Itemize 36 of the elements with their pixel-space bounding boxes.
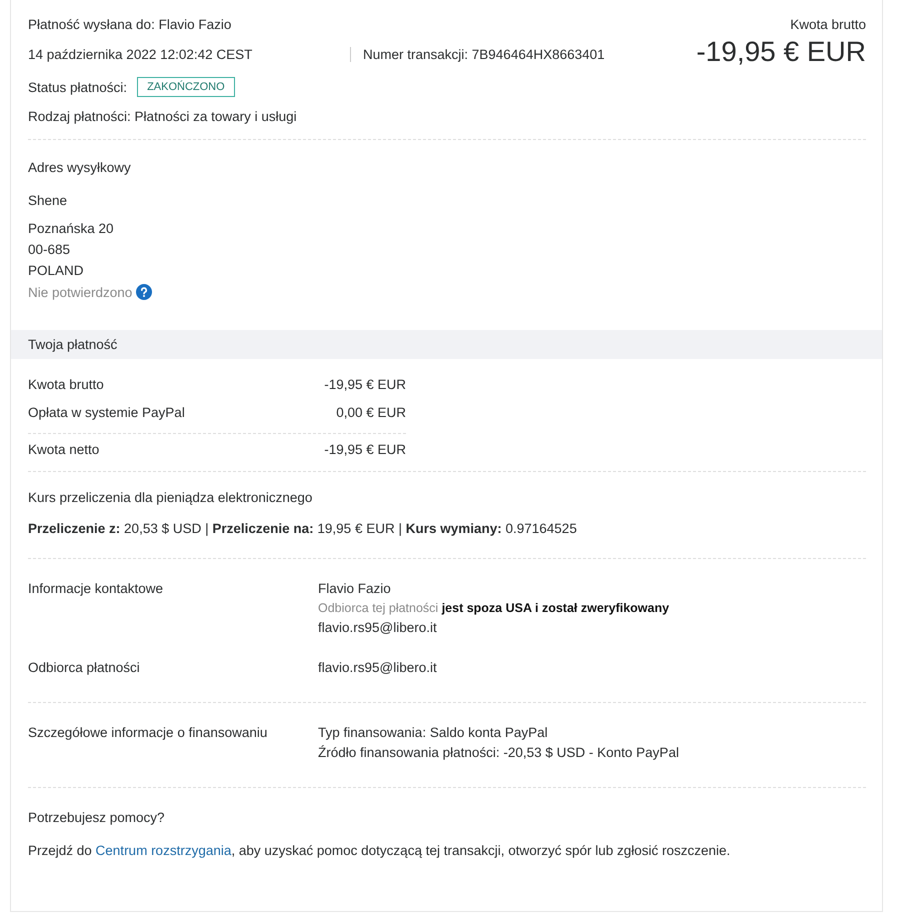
amount-value: -19,95 € EUR	[324, 442, 406, 457]
row-label: Opłata w systemie PayPal	[28, 405, 185, 420]
row-label: Odbiorca płatności	[28, 660, 141, 677]
help-icon[interactable]	[136, 284, 152, 300]
info-text: flavio.rs95@libero.it	[318, 660, 437, 675]
section-title: Potrzebujesz pomocy?	[28, 809, 166, 827]
verification-status: Nie potwierdzono	[28, 284, 132, 300]
address-line: Poznańska 20	[28, 221, 115, 236]
address-line: POLAND	[28, 263, 85, 278]
info-text: Flavio Fazio	[318, 581, 392, 596]
info-text: Odbiorca tej płatności jest spoza USA i został zweryfikowany	[318, 601, 670, 615]
help-text: Przejdź do Centrum rozstrzygania, aby uzyskać pomoc dotyczącą tej transakcji, otworzyć spór lub zgłosić roszczenie.	[28, 843, 732, 858]
gross-amount: -19,95 € EUR	[696, 36, 866, 68]
row-label: Szczegółowe informacje o finansowaniu	[28, 725, 268, 742]
info-text: Źródło finansowania płatności: -20,53 $ USD - Konto PayPal	[318, 745, 679, 760]
payment-type: Rodzaj płatności: Płatności za towary i usługi	[28, 109, 298, 124]
conversion-details: Przeliczenie z: 20,53 $ USD | Przeliczenie na: 19,95 € EUR | Kurs wymiany: 0.97164525	[28, 521, 578, 536]
info-text: Typ finansowania: Saldo konta PayPal	[318, 725, 549, 740]
address-line: 00-685	[28, 242, 72, 257]
row-label: Kwota brutto	[28, 377, 104, 392]
status-badge: ZAKOŃCZONO	[137, 77, 235, 97]
section-title: Adres wysyłkowy	[28, 160, 132, 175]
gross-label: Kwota brutto	[789, 17, 866, 32]
row-label: Kwota netto	[28, 442, 100, 457]
dispute-link[interactable]: Centrum rozstrzygania	[96, 843, 232, 858]
status-label: Status płatności:	[28, 80, 128, 94]
transaction-id: Numer transakcji: 7B946464HX8663401	[350, 47, 605, 62]
recipient-text: Płatność wysłana do: Flavio Fazio	[28, 17, 232, 32]
date-text: 14 października 2022 12:02:42 CEST	[28, 47, 254, 62]
amount-value: -19,95 € EUR	[324, 377, 406, 392]
amount-value: 0,00 € EUR	[336, 405, 406, 420]
info-text: flavio.rs95@libero.it	[318, 620, 438, 635]
section-header: Twoja płatność	[11, 330, 882, 359]
recipient-name: Shene	[28, 193, 68, 208]
row-label: Informacje kontaktowe	[28, 581, 164, 598]
section-title: Kurs przeliczenia dla pieniądza elektronicznego	[28, 490, 314, 505]
